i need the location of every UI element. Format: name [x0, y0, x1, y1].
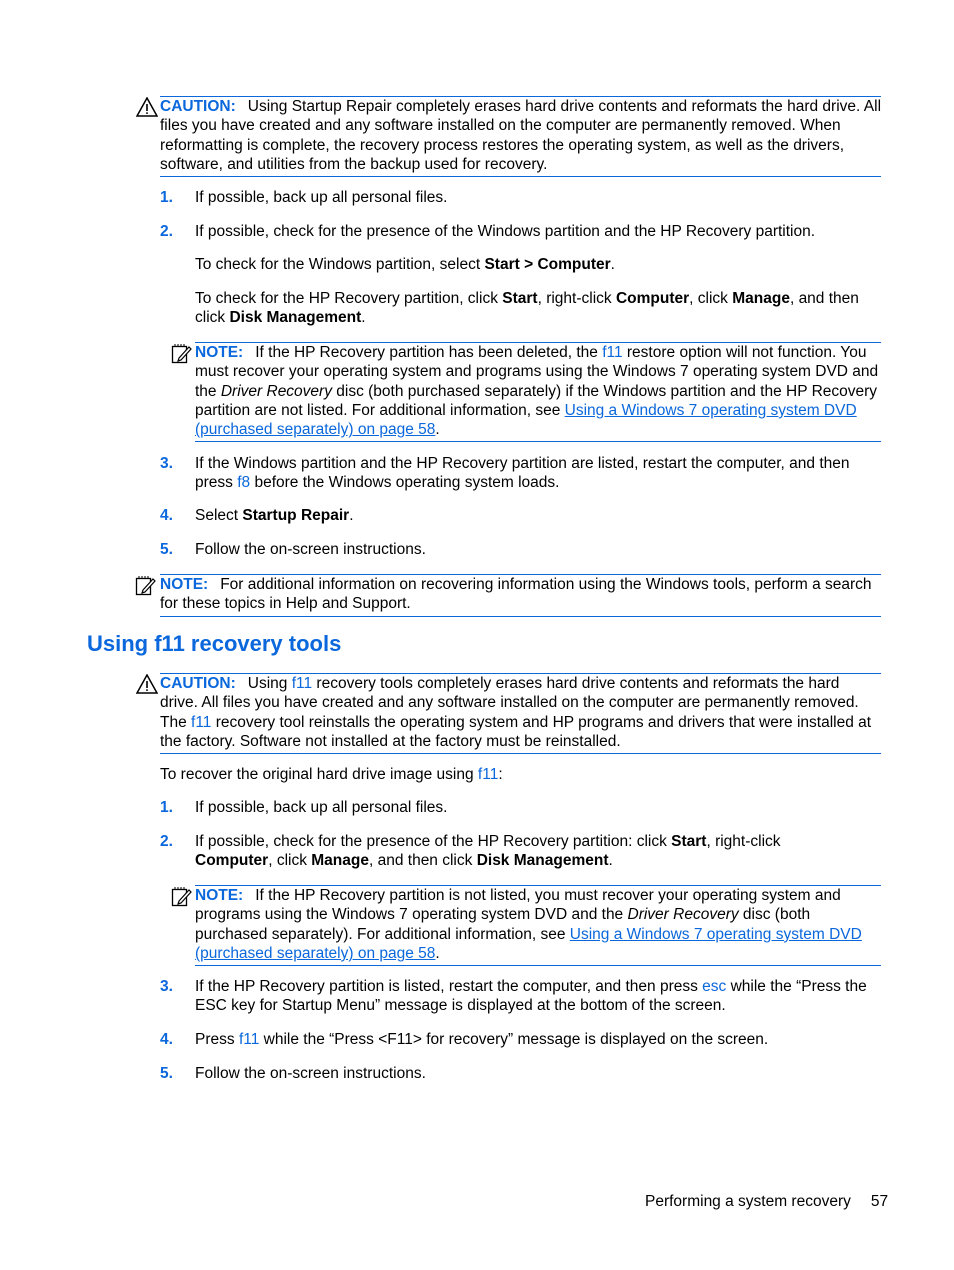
text-span: Disk Management — [229, 309, 362, 327]
text-span: To check for the Windows partition, sele… — [195, 256, 485, 273]
text-span: Start — [502, 290, 538, 307]
text-span: 5. — [160, 541, 173, 558]
text-span: Select — [195, 507, 243, 524]
text-span: 3. — [160, 455, 173, 472]
text-span: Driver Recovery — [220, 382, 332, 400]
text-span: . — [435, 421, 440, 439]
text-span: . — [608, 852, 613, 870]
text-span: If possible, check for the presence of t… — [195, 223, 816, 240]
note-box-partition-not-listed: NOTE: If the HP Recovery partition is not… — [195, 885, 881, 967]
text-span: If possible, back up all personal files. — [195, 799, 448, 816]
text-span: Computer — [195, 852, 269, 870]
caution-box-startup-repair: CAUTION: Using Startup Repair completely … — [160, 96, 882, 178]
text-span: To check for the HP Recovery partition, … — [195, 290, 503, 307]
text-span: NOTE: — [195, 344, 244, 361]
key-f11: f11 — [602, 344, 623, 361]
note-icon — [135, 576, 156, 596]
key-f8: f8 — [237, 474, 251, 492]
note-icon — [171, 344, 192, 364]
caution-label: CAUTION: — [160, 98, 236, 115]
caution-icon — [136, 97, 158, 117]
text-span: Using — [247, 675, 292, 692]
text-span: Disk Management — [476, 852, 609, 870]
text-span: . — [435, 944, 440, 962]
caution-text: Using Startup Repair completely erases h… — [160, 98, 882, 173]
section-heading: Using f11 recovery tools — [87, 631, 342, 656]
text-span: If the HP Recovery partition is listed, … — [195, 978, 703, 995]
text-span: . — [610, 256, 615, 273]
key-f11: f11 — [191, 713, 212, 731]
text-span: Startup Repair — [242, 507, 350, 524]
text-span: 3. — [160, 978, 173, 995]
text-span: Driver Recovery — [627, 906, 739, 924]
text-span: NOTE: — [160, 576, 209, 593]
text-span: If possible, back up all personal files. — [195, 189, 448, 206]
text-span: If the HP Recovery partition has been de… — [255, 344, 603, 361]
text-span: If possible, check for the presence of t… — [195, 833, 672, 850]
text-span: Computer — [615, 290, 690, 307]
text-span: For additional information on recovering… — [160, 576, 872, 613]
key-esc: esc — [702, 978, 727, 995]
text-span: , click — [268, 852, 312, 870]
intro-paragraph: To recover the original hard drive image… — [160, 765, 503, 784]
text-span: . — [349, 507, 354, 524]
text-span: before the Windows operating system load… — [250, 474, 560, 492]
text-span: . — [361, 309, 366, 327]
text-span: , right-click — [706, 833, 781, 850]
caution-icon — [136, 674, 158, 694]
text-span: Start — [671, 833, 707, 850]
key-f11: f11 — [477, 766, 499, 783]
text-span: 1. — [160, 189, 173, 206]
text-span: Press — [195, 1031, 239, 1048]
text-span: Manage — [311, 852, 369, 870]
footer-title: Performing a system recovery — [645, 1193, 851, 1210]
note-icon — [171, 887, 192, 907]
page-number: 57 — [870, 1193, 889, 1210]
text-span: , right-click — [537, 290, 616, 307]
page-footer: Performing a system recovery 57 — [645, 1192, 888, 1211]
text-span: Manage — [732, 290, 790, 307]
text-span: CAUTION: — [160, 675, 236, 692]
text-span: Start > Computer — [484, 256, 611, 273]
text-span: 2. — [160, 833, 173, 850]
text-span: , and then click — [368, 852, 477, 870]
note-box-partition-deleted: NOTE: If the HP Recovery partition has be… — [195, 342, 881, 443]
text-span: , click — [689, 290, 733, 307]
text-span: NOTE: — [195, 887, 244, 904]
key-f11: f11 — [291, 675, 313, 692]
sub-paragraph-recovery-partition: To check for the HP Recovery partition, … — [195, 289, 865, 328]
text-span: Follow the on-screen instructions. — [195, 541, 426, 558]
text-span: : — [498, 766, 503, 783]
note-box-help-support: NOTE: For additional information on recov… — [160, 574, 881, 617]
sub-paragraph-windows-partition: To check for the Windows partition, sele… — [195, 255, 885, 274]
text-span: 4. — [160, 507, 173, 524]
text-span: recovery tool reinstalls the operating s… — [160, 713, 872, 750]
text-span: 5. — [160, 1065, 173, 1082]
text-span: 1. — [160, 799, 173, 816]
text-span: Follow the on-screen instructions. — [195, 1065, 426, 1082]
caution-box-f11: CAUTION: Using f11 recovery tools complet… — [160, 673, 881, 755]
key-f11: f11 — [238, 1031, 260, 1048]
text-span: 4. — [160, 1031, 173, 1048]
text-span: while the “Press <F11> for recovery” mes… — [259, 1031, 769, 1048]
text-span: 2. — [160, 223, 173, 240]
text-span: To recover the original hard drive image… — [160, 766, 478, 783]
